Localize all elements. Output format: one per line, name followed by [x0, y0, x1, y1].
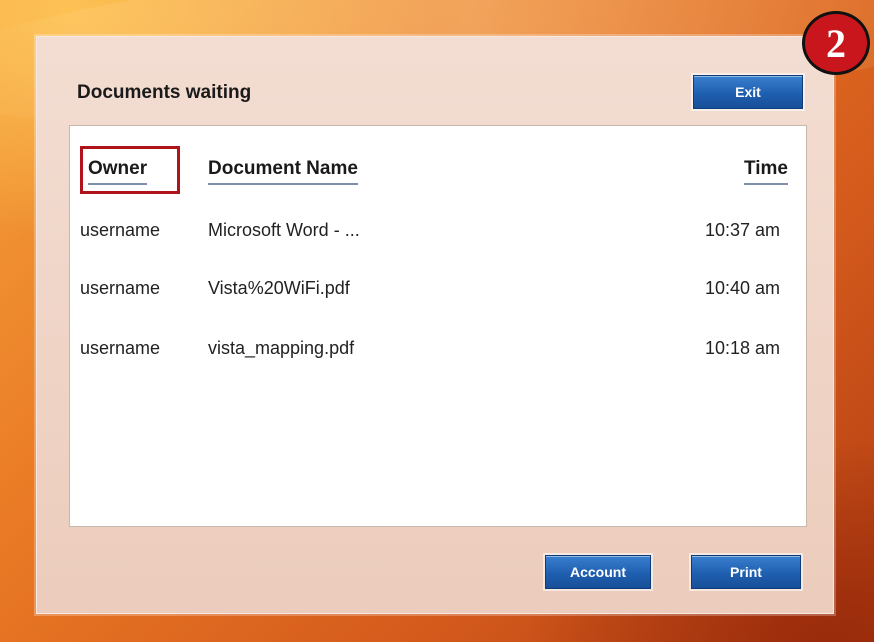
row-document-name: Vista%20WiFi.pdf [208, 278, 350, 298]
owner-highlight-box [80, 146, 180, 194]
row-time: 10:37 am [704, 220, 780, 240]
row-time: 10:40 am [704, 278, 780, 298]
row-time: 10:18 am [704, 338, 780, 358]
row-document-name: Microsoft Word - ... [208, 220, 360, 240]
exit-button[interactable]: Exit [693, 75, 803, 109]
documents-list: Owner Document Name Time username Micros… [69, 125, 807, 527]
account-button[interactable]: Account [545, 555, 651, 589]
step-number-badge: 2 [802, 11, 870, 75]
column-header-time[interactable]: Time [743, 158, 788, 185]
dialog-title: Documents waiting [77, 82, 252, 103]
table-row[interactable]: username Vista%20WiFi.pdf 10:40 am [70, 274, 806, 304]
row-owner: username [80, 220, 161, 240]
table-row[interactable]: username vista_mapping.pdf 10:18 am [70, 334, 806, 364]
row-owner: username [80, 278, 161, 298]
documents-waiting-dialog: Documents waiting Exit Owner Document Na… [36, 36, 834, 614]
row-document-name: vista_mapping.pdf [208, 338, 355, 358]
print-button[interactable]: Print [691, 555, 801, 589]
row-owner: username [80, 338, 161, 358]
table-row[interactable]: username Microsoft Word - ... 10:37 am [70, 216, 806, 246]
column-header-document-name[interactable]: Document Name [208, 158, 358, 185]
